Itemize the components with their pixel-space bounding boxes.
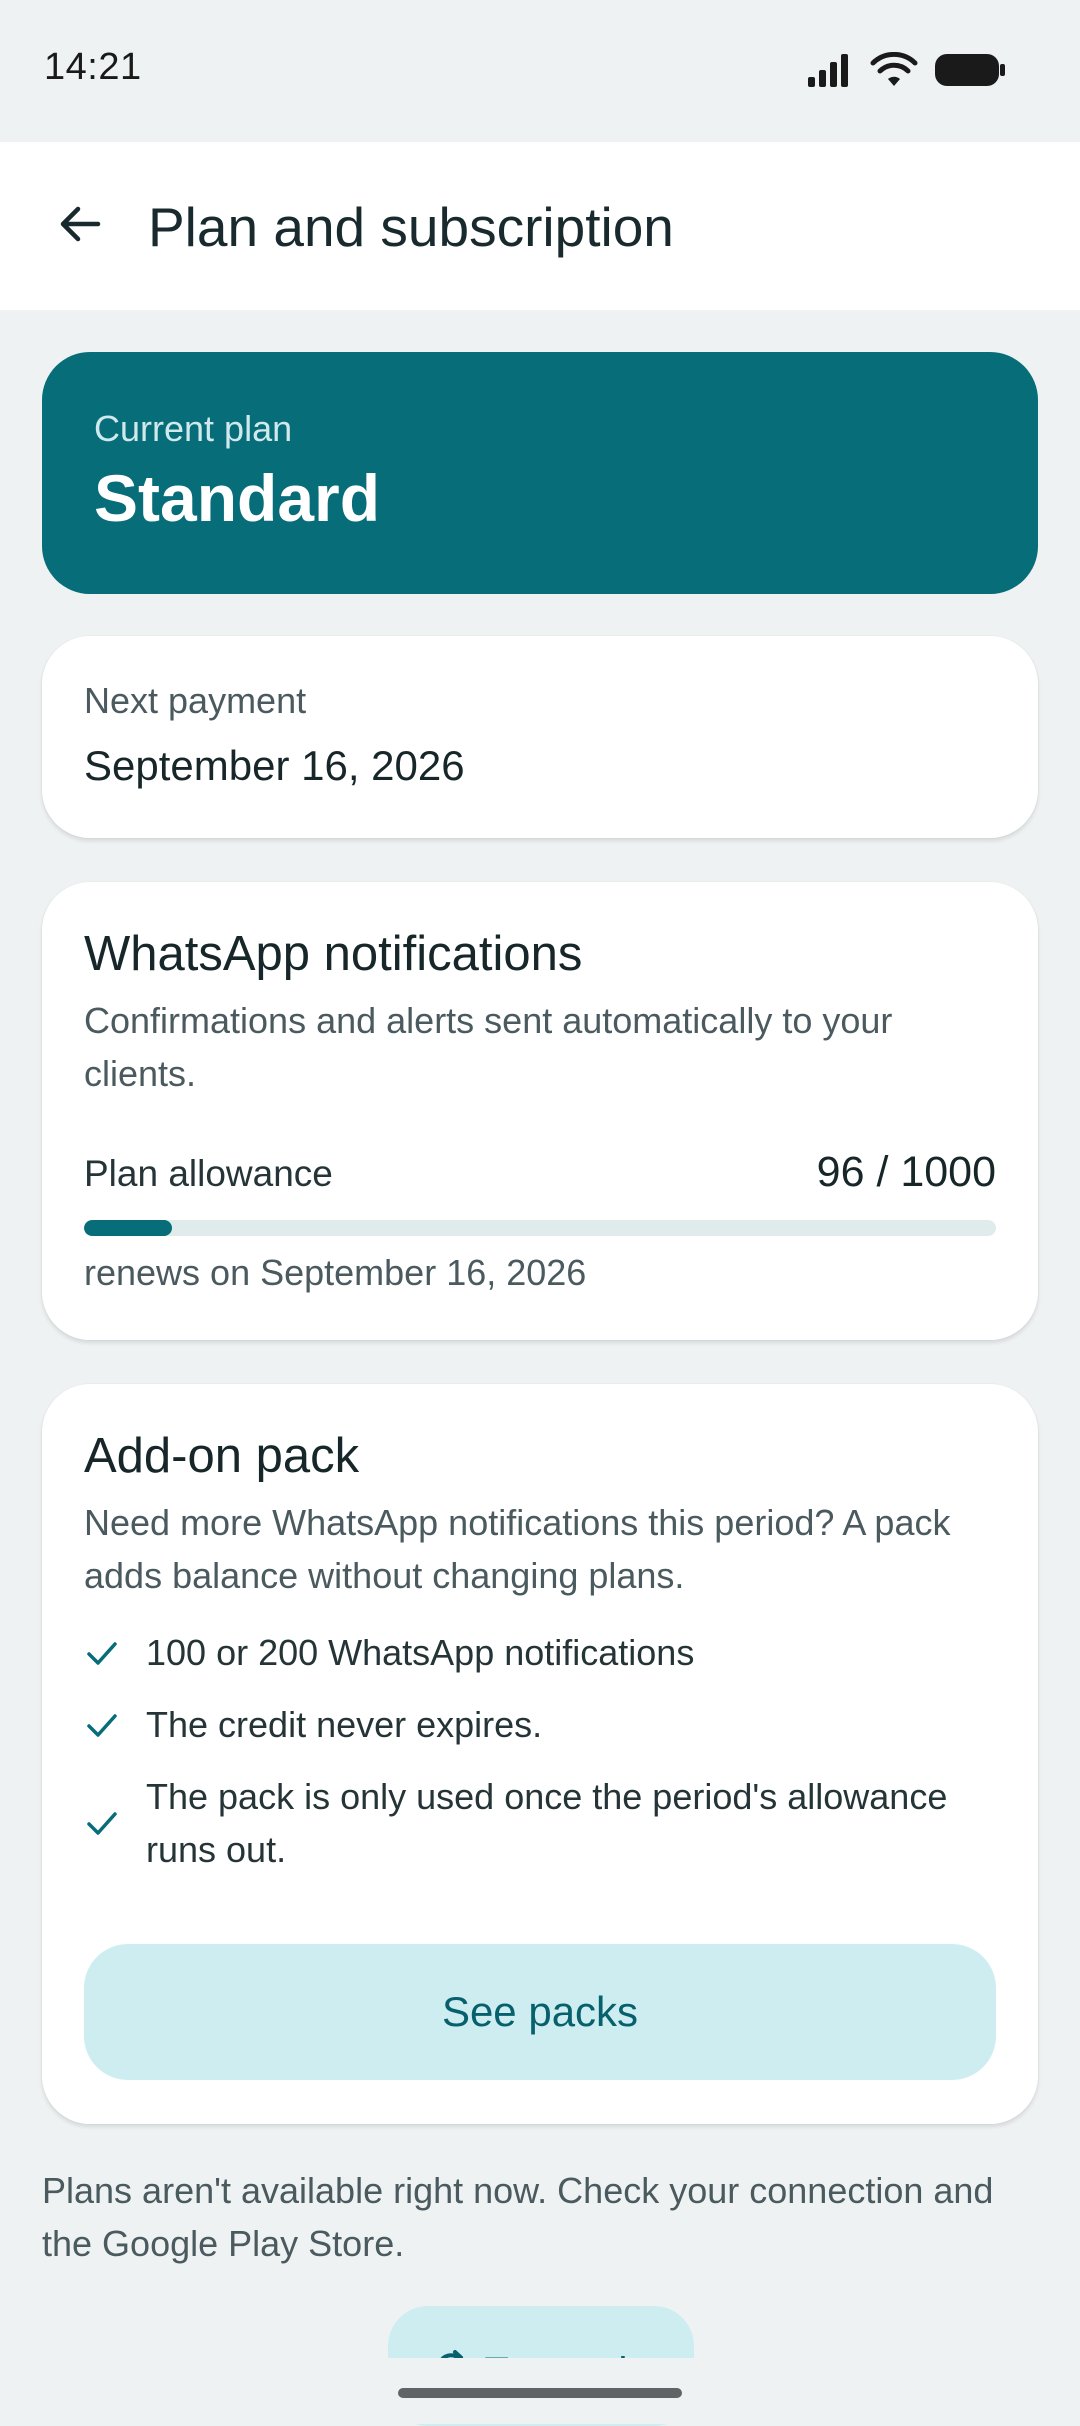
addon-pack-card: Add-on pack Need more WhatsApp notificat… [42,1384,1038,2124]
allowance-label: Plan allowance [84,1153,333,1194]
next-payment-label: Next payment [84,680,307,721]
plans-unavailable-message: Plans aren't available right now. Check … [42,2170,994,2264]
battery-icon [934,53,1006,92]
addon-title: Add-on pack [84,1429,360,1483]
wifi-icon [870,51,918,93]
renewal-text: renews on September 16, 2026 [84,1252,587,1293]
current-plan-label: Current plan [94,408,293,449]
page-title: Plan and subscription [148,196,674,258]
back-button[interactable] [30,176,130,276]
allowance-progress-bar [84,1220,996,1236]
arrow-left-icon [56,200,104,253]
check-icon [84,1707,124,1743]
benefit-text: The pack is only used once the period's … [146,1776,948,1870]
check-icon [84,1805,124,1841]
home-indicator[interactable] [398,2388,682,2398]
status-bar: 14:21 [0,0,1080,142]
whatsapp-title: WhatsApp notifications [84,927,583,981]
next-payment-date: September 16, 2026 [84,742,465,789]
signal-icon [806,53,854,92]
status-icons [806,51,1006,93]
check-icon [84,1635,124,1671]
current-plan-banner: Current plan Standard [42,352,1038,594]
addon-description: Need more WhatsApp notifications this pe… [84,1502,951,1596]
benefit-text: The credit never expires. [146,1704,543,1745]
allowance-row: Plan allowance 96 / 1000 [84,1148,996,1197]
benefit-item: The pack is only used once the period's … [84,1770,996,1876]
allowance-count: 96 / 1000 [816,1148,996,1196]
current-plan-name: Standard [94,461,381,535]
status-time: 14:21 [44,46,142,88]
benefit-item: 100 or 200 WhatsApp notifications [84,1626,996,1679]
benefit-item: The credit never expires. [84,1698,996,1751]
see-packs-button[interactable]: See packs [84,1944,996,2080]
benefit-text: 100 or 200 WhatsApp notifications [146,1632,695,1673]
whatsapp-notifications-card: WhatsApp notifications Confirmations and… [42,882,1038,1340]
whatsapp-description: Confirmations and alerts sent automatica… [84,1000,893,1094]
next-payment-card: Next payment September 16, 2026 [42,636,1038,838]
allowance-progress-fill [84,1220,172,1236]
app-bar: Plan and subscription [0,142,1080,310]
